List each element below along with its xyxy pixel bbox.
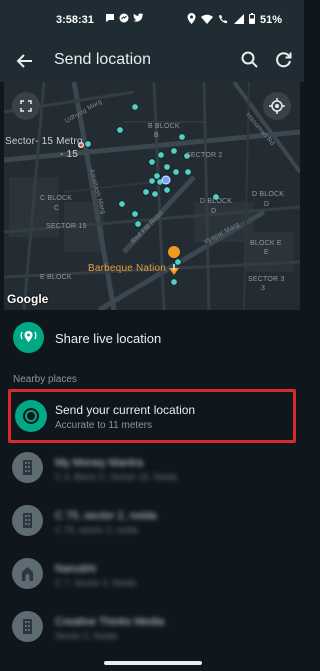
call-icon [218, 14, 229, 27]
messenger-icon [119, 13, 129, 26]
map-label-block: D BLOCK [252, 191, 285, 198]
fullscreen-icon [20, 100, 32, 112]
location-icon [187, 13, 196, 27]
search-icon[interactable] [240, 50, 260, 70]
back-arrow-icon[interactable] [14, 50, 36, 72]
live-location-icon [13, 322, 44, 353]
map-view[interactable]: ǁ Udhyog Marg B BLOCK B SECTOR 2 Sector-… [4, 82, 300, 310]
place-address: Sector 2, Noida [55, 631, 118, 641]
map-label-sector: SECTOR 2 [186, 152, 223, 159]
share-live-location[interactable]: Share live location [0, 318, 304, 358]
app-bar: Send location [0, 40, 304, 82]
map-label-block: D BLOCK [200, 198, 233, 205]
map-label-block: E BLOCK [40, 274, 72, 281]
current-location-title: Send your current location [55, 403, 196, 417]
page-title: Send location [54, 51, 151, 68]
map-label-block: D [264, 201, 270, 208]
place-name: My Money Mantra [55, 457, 144, 469]
signal-icon [233, 13, 244, 27]
list-item[interactable]: C 75, sector 2, noida C 75, sector 2, no… [0, 500, 304, 542]
status-time: 3:58:31 [56, 14, 94, 26]
my-location-icon [269, 98, 285, 114]
map-label-sector: SECTOR 15 [46, 223, 87, 230]
place-address: C 7, Sector 2, Noida [55, 578, 137, 588]
my-location-button[interactable] [263, 92, 291, 120]
current-location-accuracy: Accurate to 11 meters [55, 420, 153, 431]
map-label-block: C [54, 205, 60, 212]
home-indicator[interactable] [104, 661, 202, 665]
map-label-metro: Sector- 15 Metro [5, 136, 83, 147]
chat-bubble-icon [105, 13, 115, 26]
map-label-sector: 3 [261, 285, 266, 292]
twitter-icon [133, 13, 144, 26]
mosque-icon [12, 558, 43, 589]
battery-icon [248, 13, 255, 27]
building-icon [12, 611, 43, 642]
place-address: C 4, Block C, Sector 15, Noida [55, 472, 178, 482]
google-logo: Google [7, 292, 49, 306]
map-label-block: B BLOCK [148, 123, 180, 130]
send-current-location[interactable]: Send your current location Accurate to 1… [8, 389, 296, 443]
building-icon [12, 505, 43, 536]
list-item[interactable]: Creative Thinks Media Sector 2, Noida [0, 606, 304, 648]
refresh-icon[interactable] [274, 50, 294, 70]
place-address: C 75, sector 2, noida [55, 525, 139, 535]
place-name: C 75, sector 2, noida [55, 510, 157, 522]
map-label-block: BLOCK E [250, 240, 282, 247]
map-label-block: D [211, 208, 217, 215]
place-name: Nanubhi [55, 563, 96, 575]
nearby-places-heading: Nearby places [13, 374, 77, 385]
status-bar: 3:58:31 51% [0, 0, 304, 40]
battery-percent: 51% [259, 14, 282, 26]
status-right: 51% [187, 13, 282, 27]
map-label-sector: SECTOR 3 [248, 276, 285, 283]
share-live-label: Share live location [55, 331, 162, 346]
map-label-block: B [154, 132, 159, 139]
list-item[interactable]: My Money Mantra C 4, Block C, Sector 15,… [0, 447, 304, 489]
current-location-icon [15, 400, 47, 432]
place-name: Creative Thinks Media [55, 616, 165, 628]
map-label-metro: - 15 [60, 149, 79, 160]
map-label-restaurant[interactable]: Barbeque Nation [88, 263, 166, 274]
svg-text:ǁ: ǁ [172, 263, 175, 272]
building-icon [12, 452, 43, 483]
map-label-block: C BLOCK [40, 195, 73, 202]
list-item[interactable]: Nanubhi C 7, Sector 2, Noida [0, 553, 304, 595]
wifi-icon [200, 14, 213, 27]
fullscreen-button[interactable] [12, 92, 40, 120]
map-label-block: E [264, 249, 269, 256]
